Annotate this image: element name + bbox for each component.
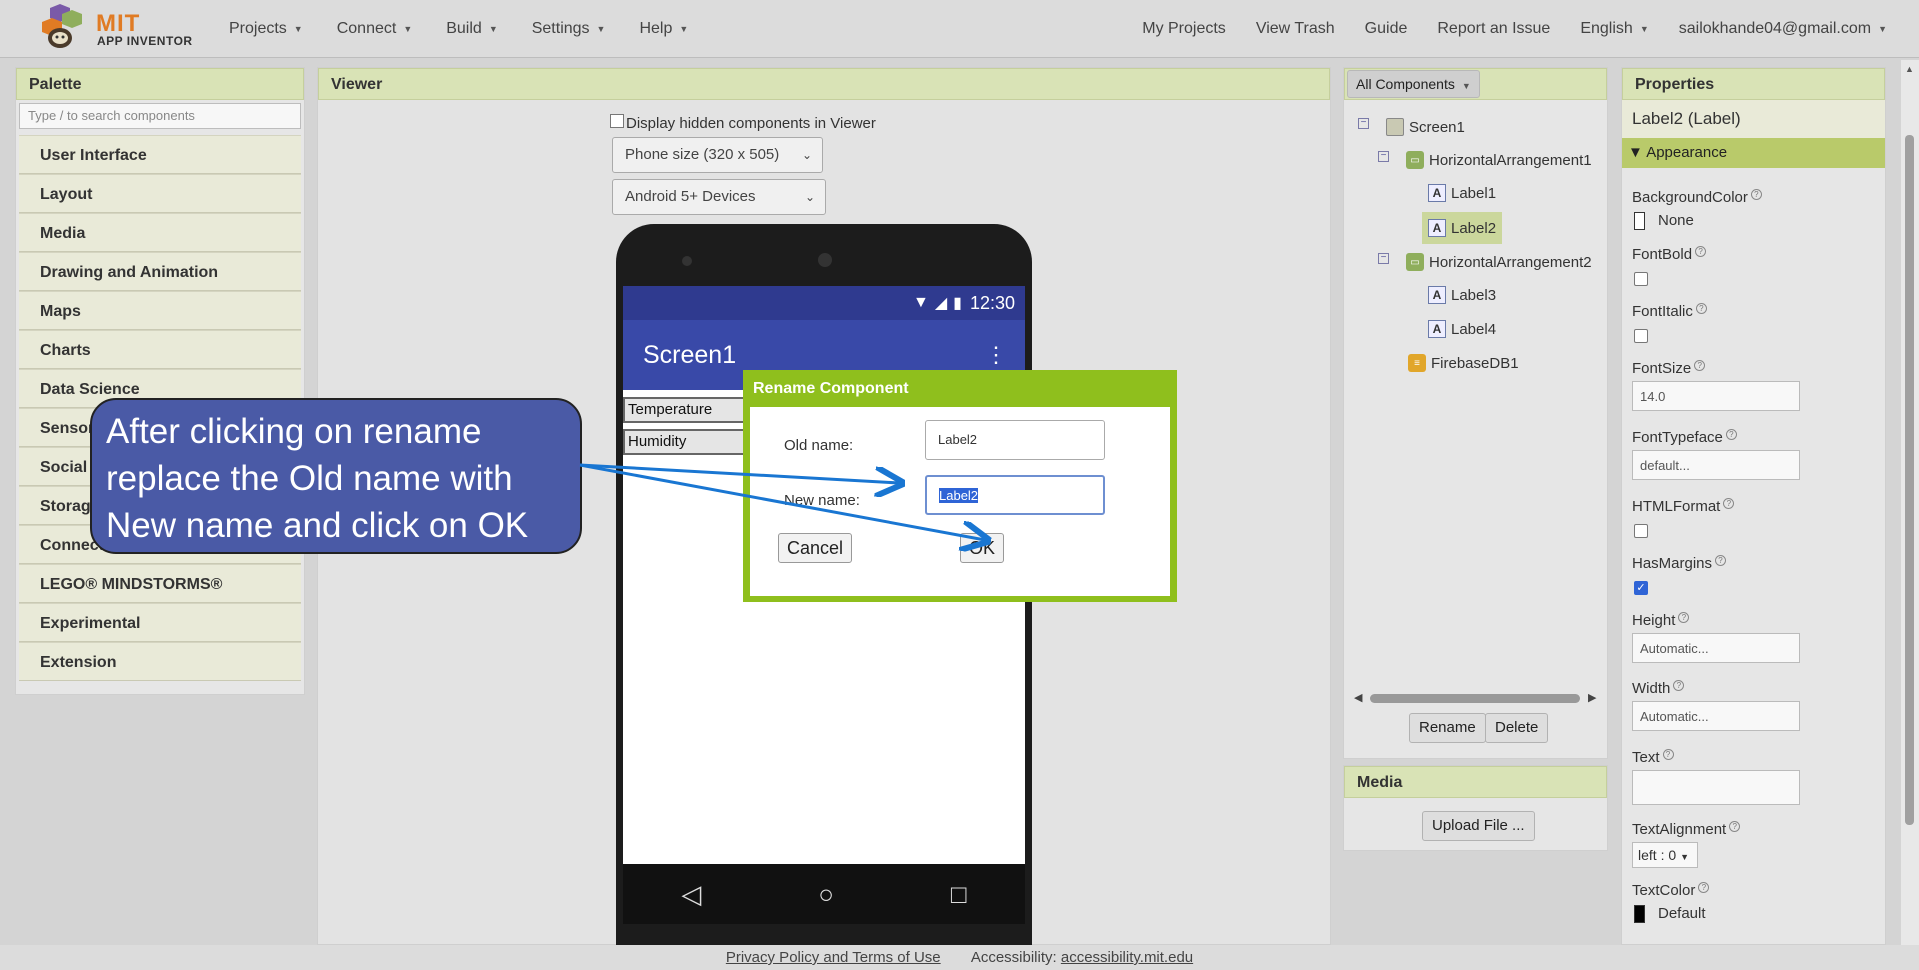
callout-arrows [579,463,1919,970]
